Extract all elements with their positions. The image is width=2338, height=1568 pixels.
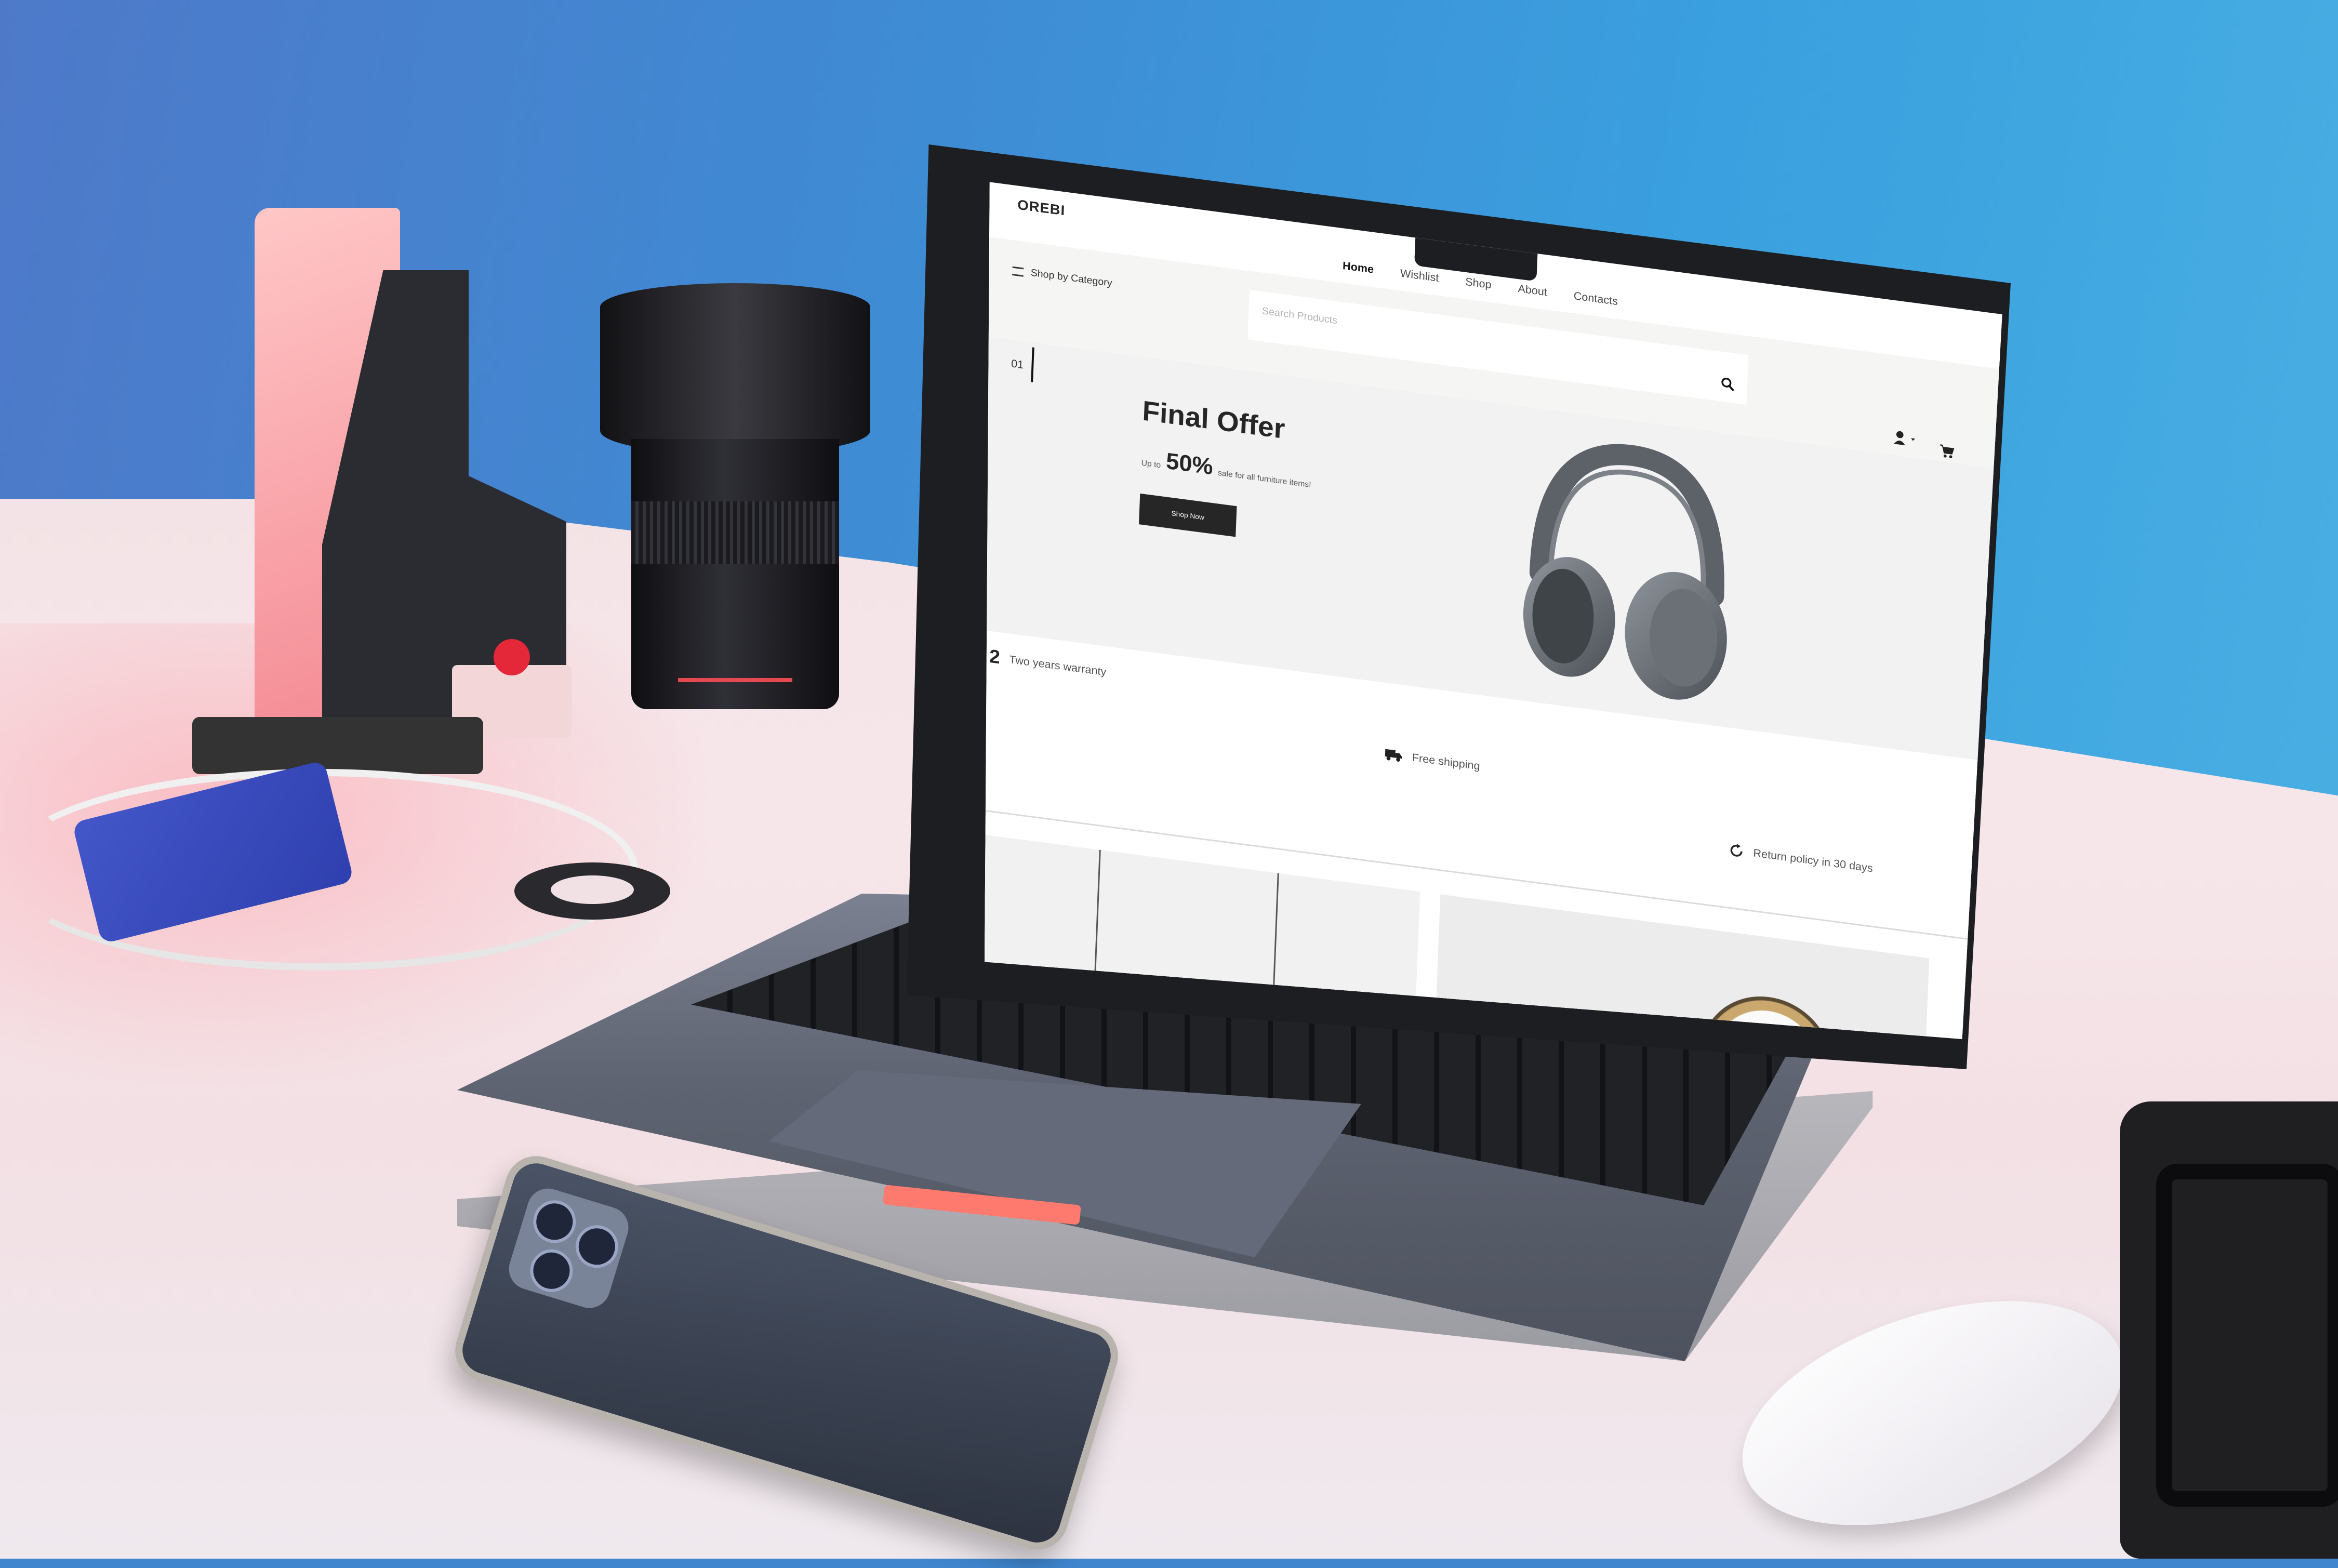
warranty-number: 2: [989, 646, 1001, 669]
nav-contacts[interactable]: Contacts: [1573, 289, 1618, 308]
warranty-label: Two years warranty: [1008, 653, 1107, 678]
cart-icon[interactable]: [1939, 443, 1955, 459]
feature-shipping: Free shipping: [1384, 748, 1480, 773]
nav-shop[interactable]: Shop: [1465, 275, 1492, 291]
user-icon[interactable]: [1893, 430, 1922, 448]
nav-home[interactable]: Home: [1343, 259, 1374, 276]
hero-subtitle: Up to 50% sale for all furniture items!: [1141, 444, 1312, 493]
lens-ring: [514, 862, 670, 920]
site-logo[interactable]: OREBI: [1017, 197, 1066, 219]
slide-number[interactable]: 01: [1011, 357, 1024, 371]
hero-subtitle-suffix: sale for all furniture items!: [1217, 469, 1311, 489]
nav-wishlist[interactable]: Wishlist: [1400, 267, 1439, 285]
laptop-screen: OREBI Home Wishlist Shop About Contacts …: [985, 182, 2003, 1039]
shop-by-category-label: Shop by Category: [1030, 267, 1113, 289]
shop-by-category-button[interactable]: Shop by Category: [1012, 265, 1112, 289]
nav-about[interactable]: About: [1518, 282, 1547, 299]
hamburger-icon: [1012, 266, 1024, 277]
hero-discount: 50%: [1165, 447, 1214, 480]
search-placeholder: Search Products: [1261, 305, 1338, 326]
return-label: Return policy in 30 days: [1753, 846, 1874, 875]
feature-returns: Return policy in 30 days: [1729, 842, 1873, 876]
hero-title: Final Offer: [1141, 394, 1286, 445]
feature-warranty: 2 Two years warranty: [989, 646, 1107, 682]
refresh-icon: [1730, 844, 1743, 857]
shipping-label: Free shipping: [1412, 751, 1481, 773]
headphones-image: [1523, 444, 1727, 700]
arcade-cabinet-figure: [192, 208, 587, 779]
search-icon[interactable]: [1721, 376, 1734, 391]
truck-icon: [1385, 749, 1402, 762]
web-page: OREBI Home Wishlist Shop About Contacts …: [985, 182, 2003, 1039]
slide-indicator: [1031, 347, 1034, 382]
camera-rig: [2120, 1101, 2338, 1559]
hero-subtitle-prefix: Up to: [1141, 459, 1161, 470]
camera-lens: [600, 283, 870, 730]
shop-now-button[interactable]: Shop Now: [1138, 493, 1237, 537]
